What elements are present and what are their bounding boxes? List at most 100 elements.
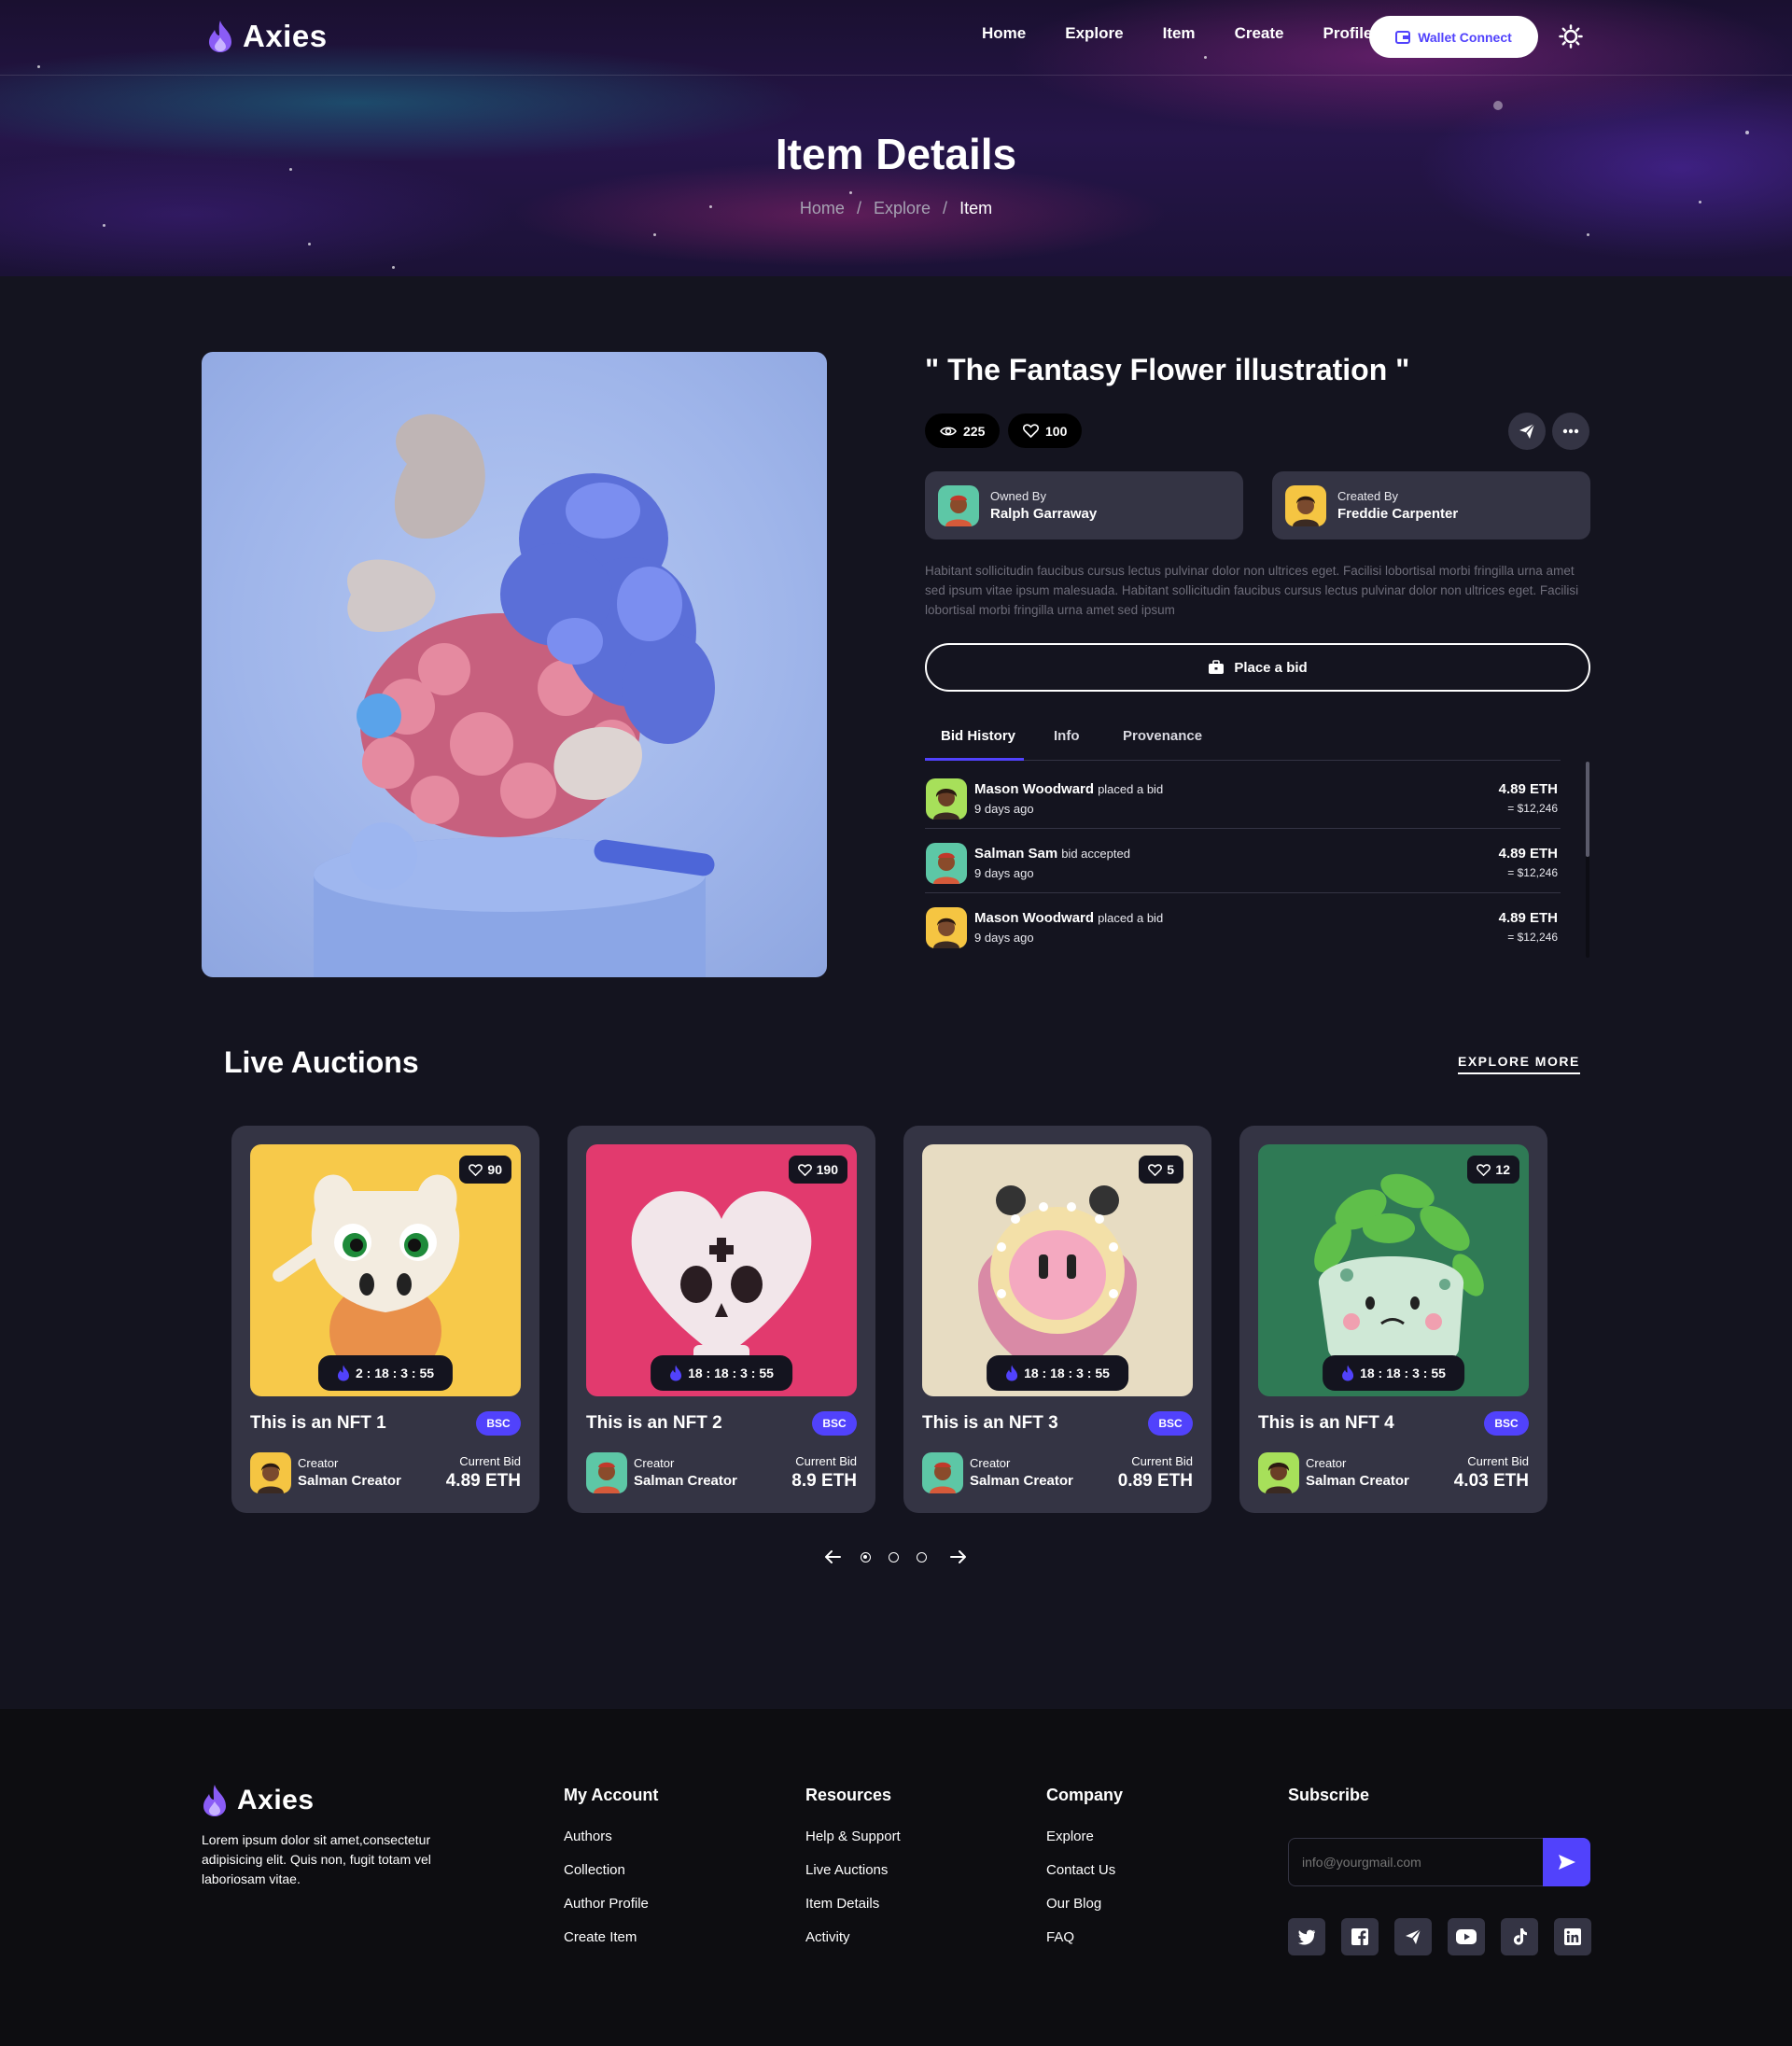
auction-card[interactable]: 190 18 : 18 : 3 : 55 This is an NFT 2 BS… xyxy=(567,1126,875,1513)
linkedin-icon[interactable] xyxy=(1554,1918,1591,1955)
flame-icon xyxy=(1342,1365,1354,1381)
creator-card[interactable]: Created By Freddie Carpenter xyxy=(1272,471,1590,540)
breadcrumb-current: Item xyxy=(959,199,993,217)
auction-card[interactable]: 90 2 : 18 : 3 : 55 This is an NFT 1 BSC … xyxy=(231,1126,539,1513)
facebook-icon[interactable] xyxy=(1341,1918,1379,1955)
bidder-name[interactable]: Mason Woodward xyxy=(974,910,1094,926)
owner-avatar xyxy=(938,484,979,526)
explore-more-link[interactable]: EXPLORE MORE xyxy=(1458,1054,1580,1074)
telegram-icon[interactable] xyxy=(1394,1918,1432,1955)
sun-icon[interactable] xyxy=(1559,24,1583,49)
footer-link[interactable]: Author Profile xyxy=(564,1896,658,1912)
creator-avatar xyxy=(250,1452,291,1493)
nft-image: 5 18 : 18 : 3 : 55 xyxy=(922,1144,1193,1396)
arrow-right-icon[interactable] xyxy=(949,1548,968,1566)
creator-name[interactable]: Salman Creator xyxy=(634,1473,737,1489)
nft-title[interactable]: This is an NFT 2 xyxy=(586,1413,722,1434)
nft-title[interactable]: This is an NFT 4 xyxy=(1258,1413,1394,1434)
card-likes[interactable]: 12 xyxy=(1467,1156,1519,1184)
twitter-icon[interactable] xyxy=(1288,1918,1325,1955)
place-bid-button[interactable]: Place a bid xyxy=(925,643,1590,692)
site-logo[interactable]: Axies xyxy=(207,19,328,54)
card-likes[interactable]: 190 xyxy=(788,1156,847,1184)
subscribe-submit-button[interactable] xyxy=(1543,1838,1590,1886)
creator-name[interactable]: Salman Creator xyxy=(1306,1473,1409,1489)
youtube-icon[interactable] xyxy=(1448,1918,1485,1955)
footer-link[interactable]: Item Details xyxy=(805,1896,901,1912)
creator-name[interactable]: Salman Creator xyxy=(970,1473,1073,1489)
footer-link[interactable]: Contact Us xyxy=(1046,1862,1123,1878)
carousel-pagination xyxy=(823,1548,973,1568)
footer-link[interactable]: Authors xyxy=(564,1829,658,1844)
creator-avatar xyxy=(586,1452,627,1493)
wallet-connect-button[interactable]: Wallet Connect xyxy=(1369,16,1538,58)
creator-avatar xyxy=(922,1452,963,1493)
nft-image: 12 18 : 18 : 3 : 55 xyxy=(1258,1144,1529,1396)
chain-badge: BSC xyxy=(1484,1411,1529,1436)
flame-icon xyxy=(203,1785,226,1816)
creator-name[interactable]: Salman Creator xyxy=(298,1473,401,1489)
countdown-timer: 2 : 18 : 3 : 55 xyxy=(317,1355,454,1391)
tiktok-icon[interactable] xyxy=(1501,1918,1538,1955)
likes-count: 100 xyxy=(1045,423,1068,439)
arrow-left-icon[interactable] xyxy=(823,1548,842,1566)
subscribe-email-input[interactable] xyxy=(1288,1838,1544,1886)
current-bid-value: 4.03 ETH xyxy=(1453,1471,1529,1491)
auction-card[interactable]: 12 18 : 18 : 3 : 55 This is an NFT 4 BSC… xyxy=(1239,1126,1547,1513)
current-bid-label: Current Bid xyxy=(1131,1454,1193,1468)
bidder-name[interactable]: Mason Woodward xyxy=(974,781,1094,797)
footer-link[interactable]: Live Auctions xyxy=(805,1862,901,1878)
tab-info[interactable]: Info xyxy=(1054,728,1080,744)
breadcrumb-explore[interactable]: Explore xyxy=(874,199,931,217)
countdown-value: 18 : 18 : 3 : 55 xyxy=(1024,1366,1110,1380)
nav-item[interactable]: Item xyxy=(1163,24,1196,43)
footer-column-title: My Account xyxy=(564,1786,659,1804)
footer-link[interactable]: Help & Support xyxy=(805,1829,901,1844)
heart-icon xyxy=(1148,1163,1163,1176)
nft-title[interactable]: This is an NFT 3 xyxy=(922,1413,1058,1434)
owner-card[interactable]: Owned By Ralph Garraway xyxy=(925,471,1243,540)
heart-icon xyxy=(797,1163,812,1176)
footer-column-resources: Resources Help & Support Live Auctions I… xyxy=(805,1786,901,1963)
bid-list-scrollbar-thumb[interactable] xyxy=(1586,762,1589,857)
more-options-button[interactable] xyxy=(1552,413,1589,450)
footer-link[interactable]: Create Item xyxy=(564,1929,658,1945)
breadcrumb-home[interactable]: Home xyxy=(800,199,845,217)
tab-bid-history[interactable]: Bid History xyxy=(941,728,1015,744)
nav-explore[interactable]: Explore xyxy=(1065,24,1123,43)
flame-icon xyxy=(209,21,231,52)
carousel-dot-active[interactable] xyxy=(861,1552,871,1563)
card-likes[interactable]: 5 xyxy=(1139,1156,1183,1184)
card-likes[interactable]: 90 xyxy=(459,1156,511,1184)
auction-card[interactable]: 5 18 : 18 : 3 : 55 This is an NFT 3 BSC … xyxy=(903,1126,1211,1513)
footer-link[interactable]: FAQ xyxy=(1046,1929,1123,1945)
countdown-value: 18 : 18 : 3 : 55 xyxy=(1360,1366,1446,1380)
nav-home[interactable]: Home xyxy=(982,24,1026,43)
footer-column-subscribe: Subscribe xyxy=(1288,1786,1369,1829)
nft-image: 190 18 : 18 : 3 : 55 xyxy=(586,1144,857,1396)
send-icon xyxy=(1558,1855,1575,1870)
nft-title[interactable]: This is an NFT 1 xyxy=(250,1413,386,1434)
footer-logo[interactable]: Axies xyxy=(202,1784,315,1817)
bidder-avatar xyxy=(926,843,967,884)
item-tabs: Bid History Info Provenance xyxy=(925,714,1561,761)
header-divider xyxy=(0,75,1792,76)
current-bid-value: 8.9 ETH xyxy=(791,1471,857,1491)
footer-link[interactable]: Activity xyxy=(805,1929,901,1945)
nav-profile[interactable]: Profile xyxy=(1323,24,1372,43)
bidder-name[interactable]: Salman Sam xyxy=(974,846,1057,862)
footer-link[interactable]: Our Blog xyxy=(1046,1896,1123,1912)
carousel-dot[interactable] xyxy=(889,1552,899,1563)
chain-badge: BSC xyxy=(476,1411,521,1436)
share-button[interactable] xyxy=(1508,413,1546,450)
bid-usd: = $12,246 xyxy=(1507,866,1558,879)
tab-provenance[interactable]: Provenance xyxy=(1123,728,1202,744)
briefcase-icon xyxy=(1209,660,1225,674)
likes-counter[interactable]: 100 xyxy=(1008,413,1083,448)
main-nav: Home Explore Item Create Profile xyxy=(982,24,1411,43)
nav-create[interactable]: Create xyxy=(1235,24,1284,43)
footer-link[interactable]: Collection xyxy=(564,1862,658,1878)
creator-label: Creator xyxy=(1306,1456,1347,1470)
footer-link[interactable]: Explore xyxy=(1046,1829,1123,1844)
carousel-dot[interactable] xyxy=(917,1552,927,1563)
